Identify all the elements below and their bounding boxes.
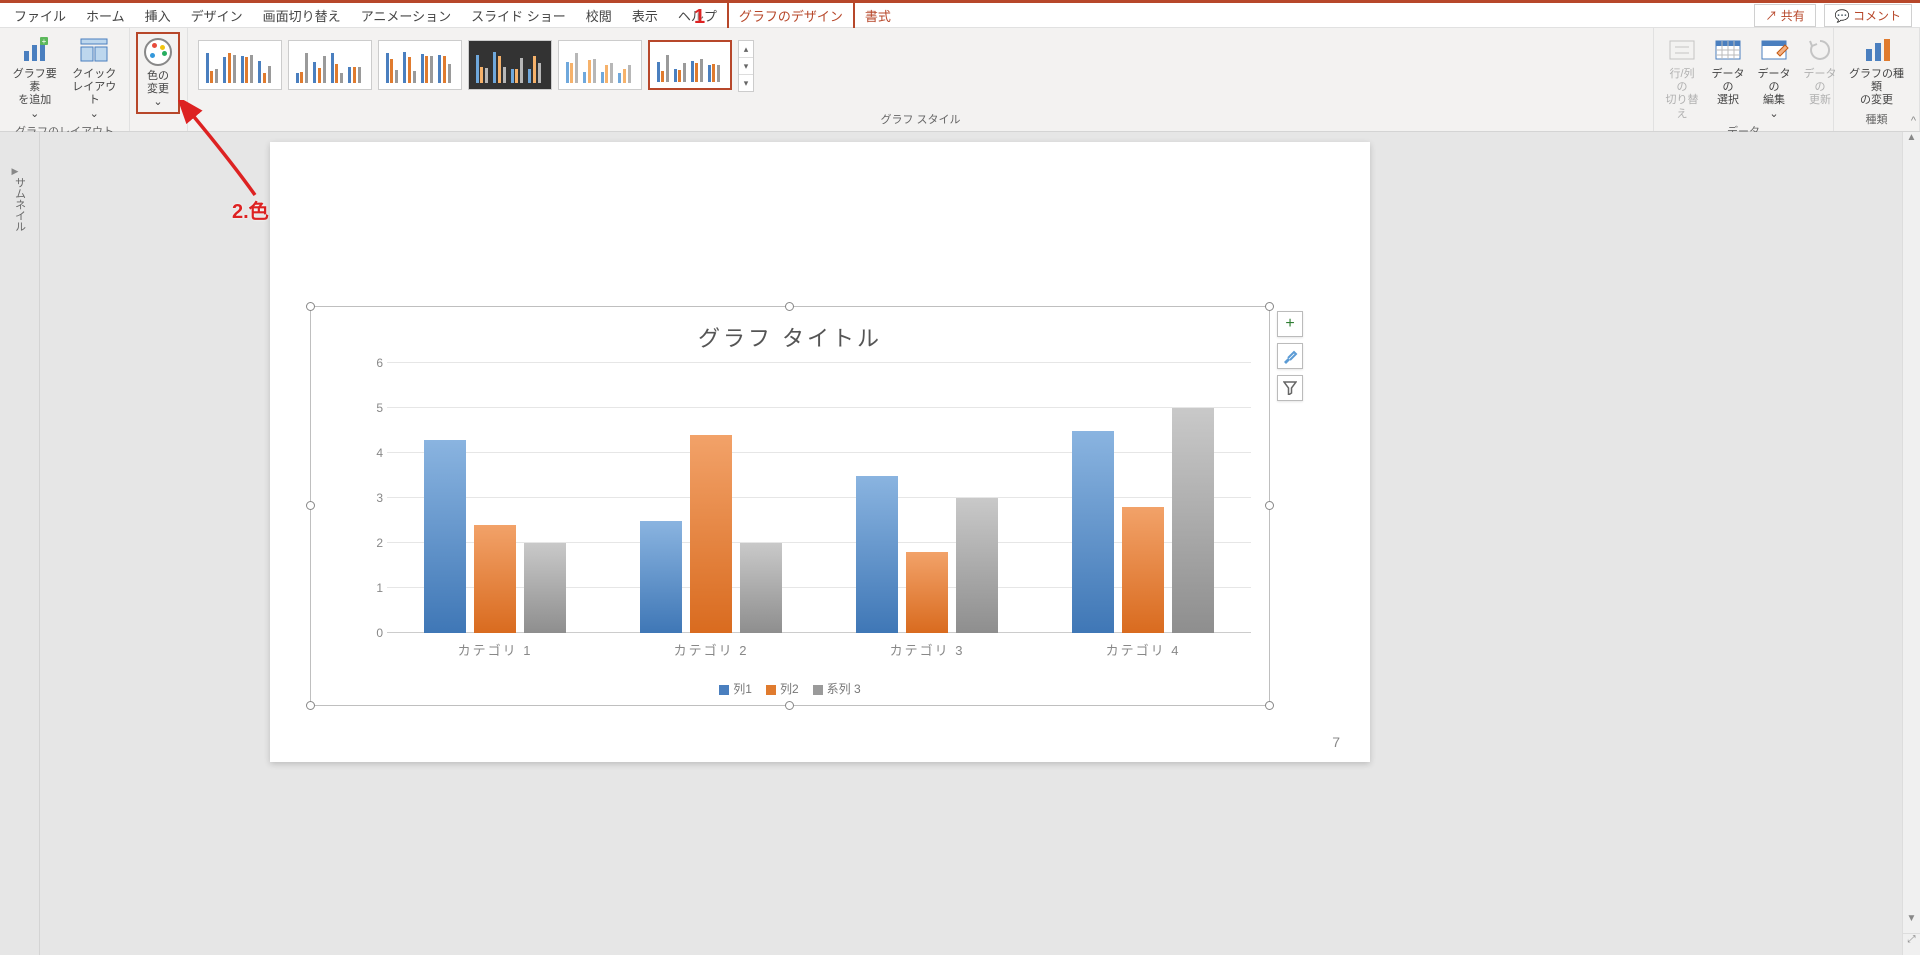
chart-styles-group-label: グラフ スタイル [194,111,1647,129]
legend-swatch-icon [766,685,776,695]
menu-tab-2[interactable]: 挿入 [135,3,181,28]
chart-style-thumb-1[interactable] [198,40,282,90]
chevron-right-icon[interactable]: ▶ [12,166,28,177]
bar-series-3[interactable] [1172,408,1214,633]
slide-editor[interactable]: 2.色の変更をクリック + グラフ タイトル [40,132,1920,955]
change-colors-button[interactable]: 色の 変更 ⌄ [136,32,180,114]
bar-series-3[interactable] [740,543,782,633]
menu-bar: ファイルホーム挿入デザイン画面切り替えアニメーションスライド ショー校閲表示ヘル… [0,3,1920,28]
bar-series-2[interactable] [690,435,732,633]
legend-item[interactable]: 列2 [766,680,799,697]
share-button[interactable]: ↗ 共有 [1754,4,1815,27]
quick-layout-icon [78,34,110,66]
thumbnail-rail[interactable]: ▶ サムネイル [0,132,40,955]
category-label: カテゴリ 1 [387,640,603,659]
style-gallery-scroll[interactable]: ▴▾▾ [738,40,754,92]
change-chart-type-button[interactable]: グラフの種類 の変更 [1840,32,1913,110]
edit-data-button[interactable]: データの 編集 ⌄ [1752,32,1796,123]
menu-tab-8[interactable]: 表示 [622,3,668,28]
chart-object[interactable]: + グラフ タイトル 0123456 カテゴリ 1カテゴリ 2カテゴリ 3カテゴ… [310,306,1270,706]
chart-style-thumb-4[interactable] [468,40,552,90]
switch-icon [1666,34,1698,66]
chart-style-thumb-3[interactable] [378,40,462,90]
comment-button[interactable]: 💬 コメント [1824,4,1912,27]
annotation-marker-1: 1 [694,6,705,29]
svg-text:+: + [41,37,46,46]
category-group[interactable]: カテゴリ 1 [387,363,603,633]
y-tick-label: 3 [376,491,383,505]
category-group[interactable]: カテゴリ 3 [819,363,1035,633]
funnel-icon [1283,381,1297,395]
category-group[interactable]: カテゴリ 4 [1035,363,1251,633]
legend-item[interactable]: 系列 3 [813,680,861,697]
add-chart-element-button[interactable]: + グラフ要素 を追加 ⌄ [6,32,64,123]
category-label: カテゴリ 3 [819,640,1035,659]
bar-series-3[interactable] [524,543,566,633]
thumbnail-label: サムネイル [12,177,28,232]
menu-tab-6[interactable]: スライド ショー [461,3,576,28]
collapse-ribbon-button[interactable]: ^ [1911,115,1916,127]
category-group[interactable]: カテゴリ 2 [603,363,819,633]
menu-tab-1[interactable]: ホーム [76,3,135,28]
refresh-icon [1804,34,1836,66]
menu-tab-10[interactable]: グラフのデザイン [727,1,855,31]
bar-series-2[interactable] [474,525,516,633]
y-tick-label: 1 [376,581,383,595]
y-tick-label: 0 [376,626,383,640]
chart-styles-button[interactable] [1277,343,1303,369]
type-group-label: 種類 [1840,111,1913,129]
chart-plot-area[interactable]: 0123456 カテゴリ 1カテゴリ 2カテゴリ 3カテゴリ 4 [365,363,1251,633]
edit-data-icon [1758,34,1790,66]
menu-tab-11[interactable]: 書式 [855,3,901,28]
bar-series-1[interactable] [424,440,466,634]
bar-series-1[interactable] [856,476,898,634]
switch-row-col-button: 行/列の 切り替え [1660,32,1704,123]
ribbon: + グラフ要素 を追加 ⌄ クイック レイアウト ⌄ グラフのレイアウト [0,28,1920,132]
slide[interactable]: + グラフ タイトル 0123456 カテゴリ 1カテゴリ 2カテゴリ 3カテゴ… [270,142,1370,762]
menu-tab-4[interactable]: 画面切り替え [253,3,351,28]
chart-style-thumb-2[interactable] [288,40,372,90]
chart-type-icon [1861,34,1893,66]
y-tick-label: 6 [376,356,383,370]
bar-series-3[interactable] [956,498,998,633]
category-label: カテゴリ 4 [1035,640,1251,659]
y-tick-label: 4 [376,446,383,460]
bar-series-1[interactable] [1072,431,1114,634]
menu-tab-5[interactable]: アニメーション [351,3,461,28]
chart-style-gallery[interactable]: ▴▾▾ [194,32,1647,111]
brush-icon [1282,348,1298,364]
chart-title[interactable]: グラフ タイトル [311,307,1269,359]
legend-swatch-icon [813,685,823,695]
category-label: カテゴリ 2 [603,640,819,659]
bar-series-2[interactable] [906,552,948,633]
scroll-down-button[interactable]: ▼ [1903,913,1920,931]
chart-elements-button[interactable]: + [1277,311,1303,337]
fit-slide-button[interactable]: ⤢ [1903,933,1920,955]
chart-legend[interactable]: 列1 列2 系列 3 [311,680,1269,697]
y-tick-label: 5 [376,401,383,415]
bar-series-2[interactable] [1122,507,1164,633]
menu-tab-0[interactable]: ファイル [4,3,76,28]
chart-style-thumb-6[interactable] [648,40,732,90]
vertical-scrollbar[interactable]: ▲ ▼ ⤢ [1902,132,1920,955]
chart-filters-button[interactable] [1277,375,1303,401]
chart-element-icon: + [19,34,51,66]
bar-series-1[interactable] [640,521,682,634]
legend-swatch-icon [719,685,729,695]
select-data-icon [1712,34,1744,66]
legend-item[interactable]: 列1 [719,680,752,697]
scroll-up-button[interactable]: ▲ [1903,132,1920,150]
slide-page-number: 7 [1332,734,1340,750]
quick-layout-button[interactable]: クイック レイアウト ⌄ [66,32,124,123]
select-data-button[interactable]: データの 選択 [1706,32,1750,123]
menu-tab-7[interactable]: 校閲 [576,3,622,28]
y-tick-label: 2 [376,536,383,550]
palette-icon [142,36,174,68]
chart-style-thumb-5[interactable] [558,40,642,90]
menu-tab-3[interactable]: デザイン [181,3,253,28]
